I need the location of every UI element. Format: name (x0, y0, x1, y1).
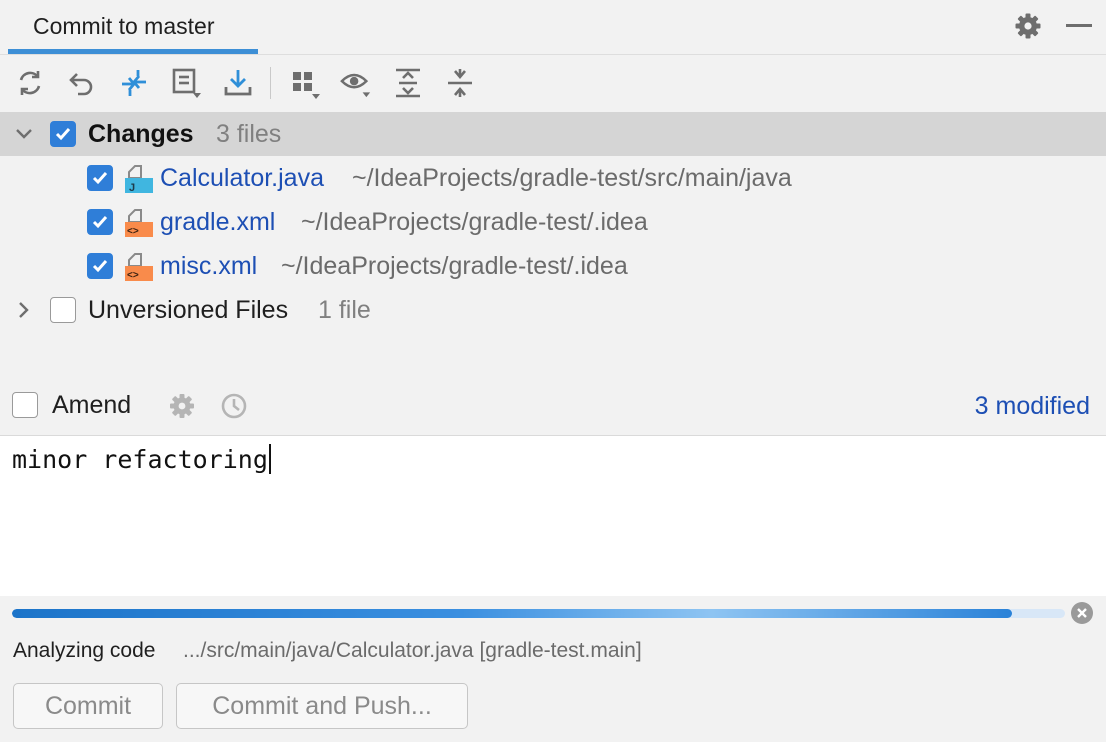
undo-icon[interactable] (66, 67, 98, 99)
modified-link[interactable]: 3 modified (975, 392, 1090, 421)
chevron-down-icon[interactable] (12, 122, 36, 146)
commit-and-push-button[interactable]: Commit and Push... (176, 683, 468, 729)
file-checkbox[interactable] (87, 253, 113, 279)
toolbar-separator (270, 67, 271, 99)
diff-arrows-icon[interactable] (118, 67, 150, 99)
unversioned-label: Unversioned Files (88, 296, 288, 325)
file-name: gradle.xml (160, 208, 275, 237)
svg-text:<>: <> (127, 270, 139, 281)
chevron-right-icon[interactable] (12, 298, 36, 322)
xml-file-icon: <> (123, 208, 153, 238)
expand-all-icon[interactable] (392, 67, 424, 99)
commit-message-editor[interactable]: minor refactoring (0, 436, 1106, 596)
commit-options-gear-icon[interactable] (168, 392, 196, 420)
amend-bar: Amend 3 modified (0, 380, 1106, 436)
download-icon[interactable] (222, 67, 254, 99)
progress-label: Analyzing code (13, 639, 155, 663)
minimize-icon[interactable] (1066, 24, 1092, 27)
file-name: misc.xml (160, 252, 257, 281)
commit-button[interactable]: Commit (13, 683, 163, 729)
toolbar (0, 55, 1106, 111)
tab-active-indicator (8, 49, 258, 54)
unversioned-count: 1 file (318, 296, 371, 325)
changes-tree: Changes 3 files J Calculator.java ~/Idea… (0, 112, 1106, 380)
commit-footer: Analyzing code .../src/main/java/Calcula… (0, 596, 1106, 742)
progress-bar (12, 609, 1065, 618)
file-row[interactable]: <> gradle.xml ~/IdeaProjects/gradle-test… (0, 200, 1106, 244)
file-path: ~/IdeaProjects/gradle-test/.idea (281, 252, 628, 281)
changes-group-row[interactable]: Changes 3 files (0, 112, 1106, 156)
tool-window-header: Commit to master (0, 0, 1106, 55)
tab-commit[interactable]: Commit to master (8, 0, 258, 54)
file-checkbox[interactable] (87, 165, 113, 191)
changelist-icon[interactable] (170, 67, 202, 99)
unversioned-checkbox[interactable] (50, 297, 76, 323)
commit-message-value: minor refactoring (12, 445, 268, 474)
file-path: ~/IdeaProjects/gradle-test/.idea (301, 208, 648, 237)
java-file-icon: J (123, 164, 153, 194)
text-caret (269, 444, 271, 474)
group-icon[interactable] (290, 67, 322, 99)
changes-checkbox[interactable] (50, 121, 76, 147)
xml-file-icon: <> (123, 252, 153, 282)
refresh-icon[interactable] (14, 67, 46, 99)
file-row[interactable]: J Calculator.java ~/IdeaProjects/gradle-… (0, 156, 1106, 200)
collapse-all-icon[interactable] (444, 67, 476, 99)
file-name: Calculator.java (160, 164, 324, 193)
progress-fill (12, 609, 1012, 618)
changes-label: Changes (88, 120, 194, 149)
commit-message-text[interactable]: minor refactoring (12, 444, 271, 474)
file-checkbox[interactable] (87, 209, 113, 235)
cancel-progress-icon[interactable] (1071, 602, 1093, 624)
progress-path: .../src/main/java/Calculator.java [gradl… (183, 639, 642, 663)
gear-icon[interactable] (1014, 12, 1042, 40)
svg-text:J: J (129, 182, 135, 194)
amend-label: Amend (52, 391, 131, 420)
tab-label: Commit to master (33, 13, 214, 40)
eye-icon[interactable] (340, 67, 372, 99)
changes-count: 3 files (216, 120, 281, 149)
unversioned-group-row[interactable]: Unversioned Files 1 file (0, 288, 1106, 332)
clock-icon[interactable] (220, 392, 248, 420)
svg-text:<>: <> (127, 226, 139, 237)
file-path: ~/IdeaProjects/gradle-test/src/main/java (352, 164, 792, 193)
file-row[interactable]: <> misc.xml ~/IdeaProjects/gradle-test/.… (0, 244, 1106, 288)
amend-checkbox[interactable] (12, 392, 38, 418)
